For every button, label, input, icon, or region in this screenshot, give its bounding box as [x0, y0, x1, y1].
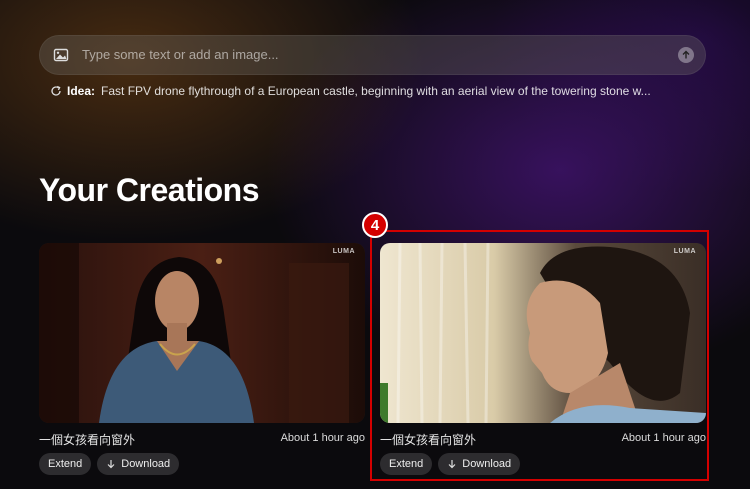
extend-label: Extend	[48, 458, 83, 470]
arrow-up-icon	[682, 50, 690, 59]
idea-suggestion[interactable]: Idea: Fast FPV drone flythrough of a Eur…	[50, 83, 651, 99]
creation-time: About 1 hour ago	[280, 432, 365, 444]
page-title: Your Creations	[39, 172, 260, 208]
download-button[interactable]: Download	[97, 453, 180, 475]
annotation-highlight-box	[370, 230, 709, 481]
send-button[interactable]	[678, 47, 694, 63]
refresh-icon[interactable]	[50, 85, 62, 97]
download-icon	[106, 459, 116, 469]
prompt-input[interactable]: Type some text or add an image...	[82, 47, 279, 62]
extend-button[interactable]: Extend	[39, 453, 92, 475]
creation-caption: 一個女孩看向窗外	[39, 433, 136, 447]
annotation-badge: 4	[362, 212, 388, 238]
video-thumbnail[interactable]: LUMA	[39, 243, 365, 423]
luma-watermark: LUMA	[332, 248, 355, 255]
idea-text[interactable]: Fast FPV drone flythrough of a European …	[101, 84, 651, 98]
download-label: Download	[121, 458, 171, 470]
prompt-bar[interactable]: Type some text or add an image...	[39, 35, 706, 75]
image-icon[interactable]	[53, 47, 69, 63]
creation-card[interactable]: LUMA 一個女孩看向窗外 About 1 hour ago Extend Do…	[39, 243, 365, 475]
idea-label: Idea:	[67, 84, 96, 98]
